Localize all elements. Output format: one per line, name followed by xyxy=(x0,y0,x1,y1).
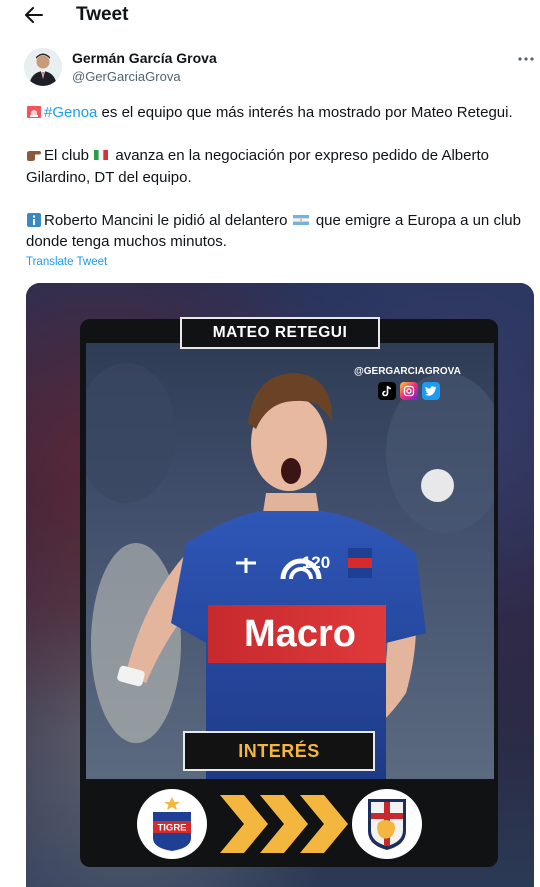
social-icons-row xyxy=(378,382,440,400)
twitter-icon xyxy=(422,382,440,400)
author-name[interactable]: Germán García Grova xyxy=(72,50,217,66)
player-illustration: Macro 120 xyxy=(86,363,494,779)
tweet-paragraph: #Genoa es el equipo que más interés ha m… xyxy=(26,102,526,124)
player-name-box: MATEO RETEGUI xyxy=(180,317,380,349)
instagram-icon xyxy=(400,382,418,400)
author-handle[interactable]: @GerGarciaGrova xyxy=(72,69,181,84)
tiktok-icon xyxy=(378,382,396,400)
tweet-text: #Genoa es el equipo que más interés ha m… xyxy=(26,102,526,274)
genoa-shield-icon xyxy=(368,799,406,850)
rotating-light-emoji xyxy=(27,106,41,118)
tigre-shield-icon: TIGRE xyxy=(153,797,191,851)
more-horizontal-icon xyxy=(518,57,534,61)
avatar[interactable] xyxy=(24,48,62,86)
tweet-paragraph: El club avanza en la negociación por exp… xyxy=(26,145,526,188)
player-name: MATEO RETEGUI xyxy=(212,324,348,341)
player-photo: Macro 120 xyxy=(86,343,494,779)
tweet-media-image[interactable]: Macro 120 MATEO RETEGUI @GERGARCIAGROVA … xyxy=(26,283,534,887)
translate-tweet-link[interactable]: Translate Tweet xyxy=(26,256,107,268)
hashtag-link[interactable]: #Genoa xyxy=(44,104,97,121)
ball-graphic xyxy=(421,469,454,502)
status-label: INTERÉS xyxy=(238,740,320,761)
tigre-crest: TIGRE xyxy=(137,789,207,859)
shirt-sponsor-text: Macro xyxy=(244,613,356,655)
argentina-flag-emoji xyxy=(292,214,309,225)
information-emoji xyxy=(27,212,41,227)
arrow-left-icon xyxy=(25,7,43,23)
transfer-arrows-icon xyxy=(220,795,348,853)
shirt-badge-text: 120 xyxy=(302,553,330,572)
avatar-photo xyxy=(24,48,62,86)
status-label-box: INTERÉS xyxy=(183,731,375,771)
back-button[interactable] xyxy=(22,4,46,26)
image-handle-watermark: @GERGARCIAGROVA xyxy=(354,366,461,377)
top-bar: Tweet xyxy=(0,0,540,32)
tigre-crest-text: TIGRE xyxy=(157,823,186,834)
page-title: Tweet xyxy=(76,4,129,25)
tweet-paragraph: Roberto Mancini le pidió al delantero qu… xyxy=(26,210,526,253)
genoa-crest xyxy=(352,789,422,859)
paragraph-text: Roberto Mancini le pidió al delantero xyxy=(44,211,292,229)
paragraph-text: El club xyxy=(44,147,94,164)
more-button[interactable] xyxy=(516,52,536,66)
pointing-right-emoji xyxy=(27,151,41,161)
paragraph-text: es el equipo que más interés ha mostrado… xyxy=(97,104,513,121)
italy-flag-emoji xyxy=(94,150,109,160)
